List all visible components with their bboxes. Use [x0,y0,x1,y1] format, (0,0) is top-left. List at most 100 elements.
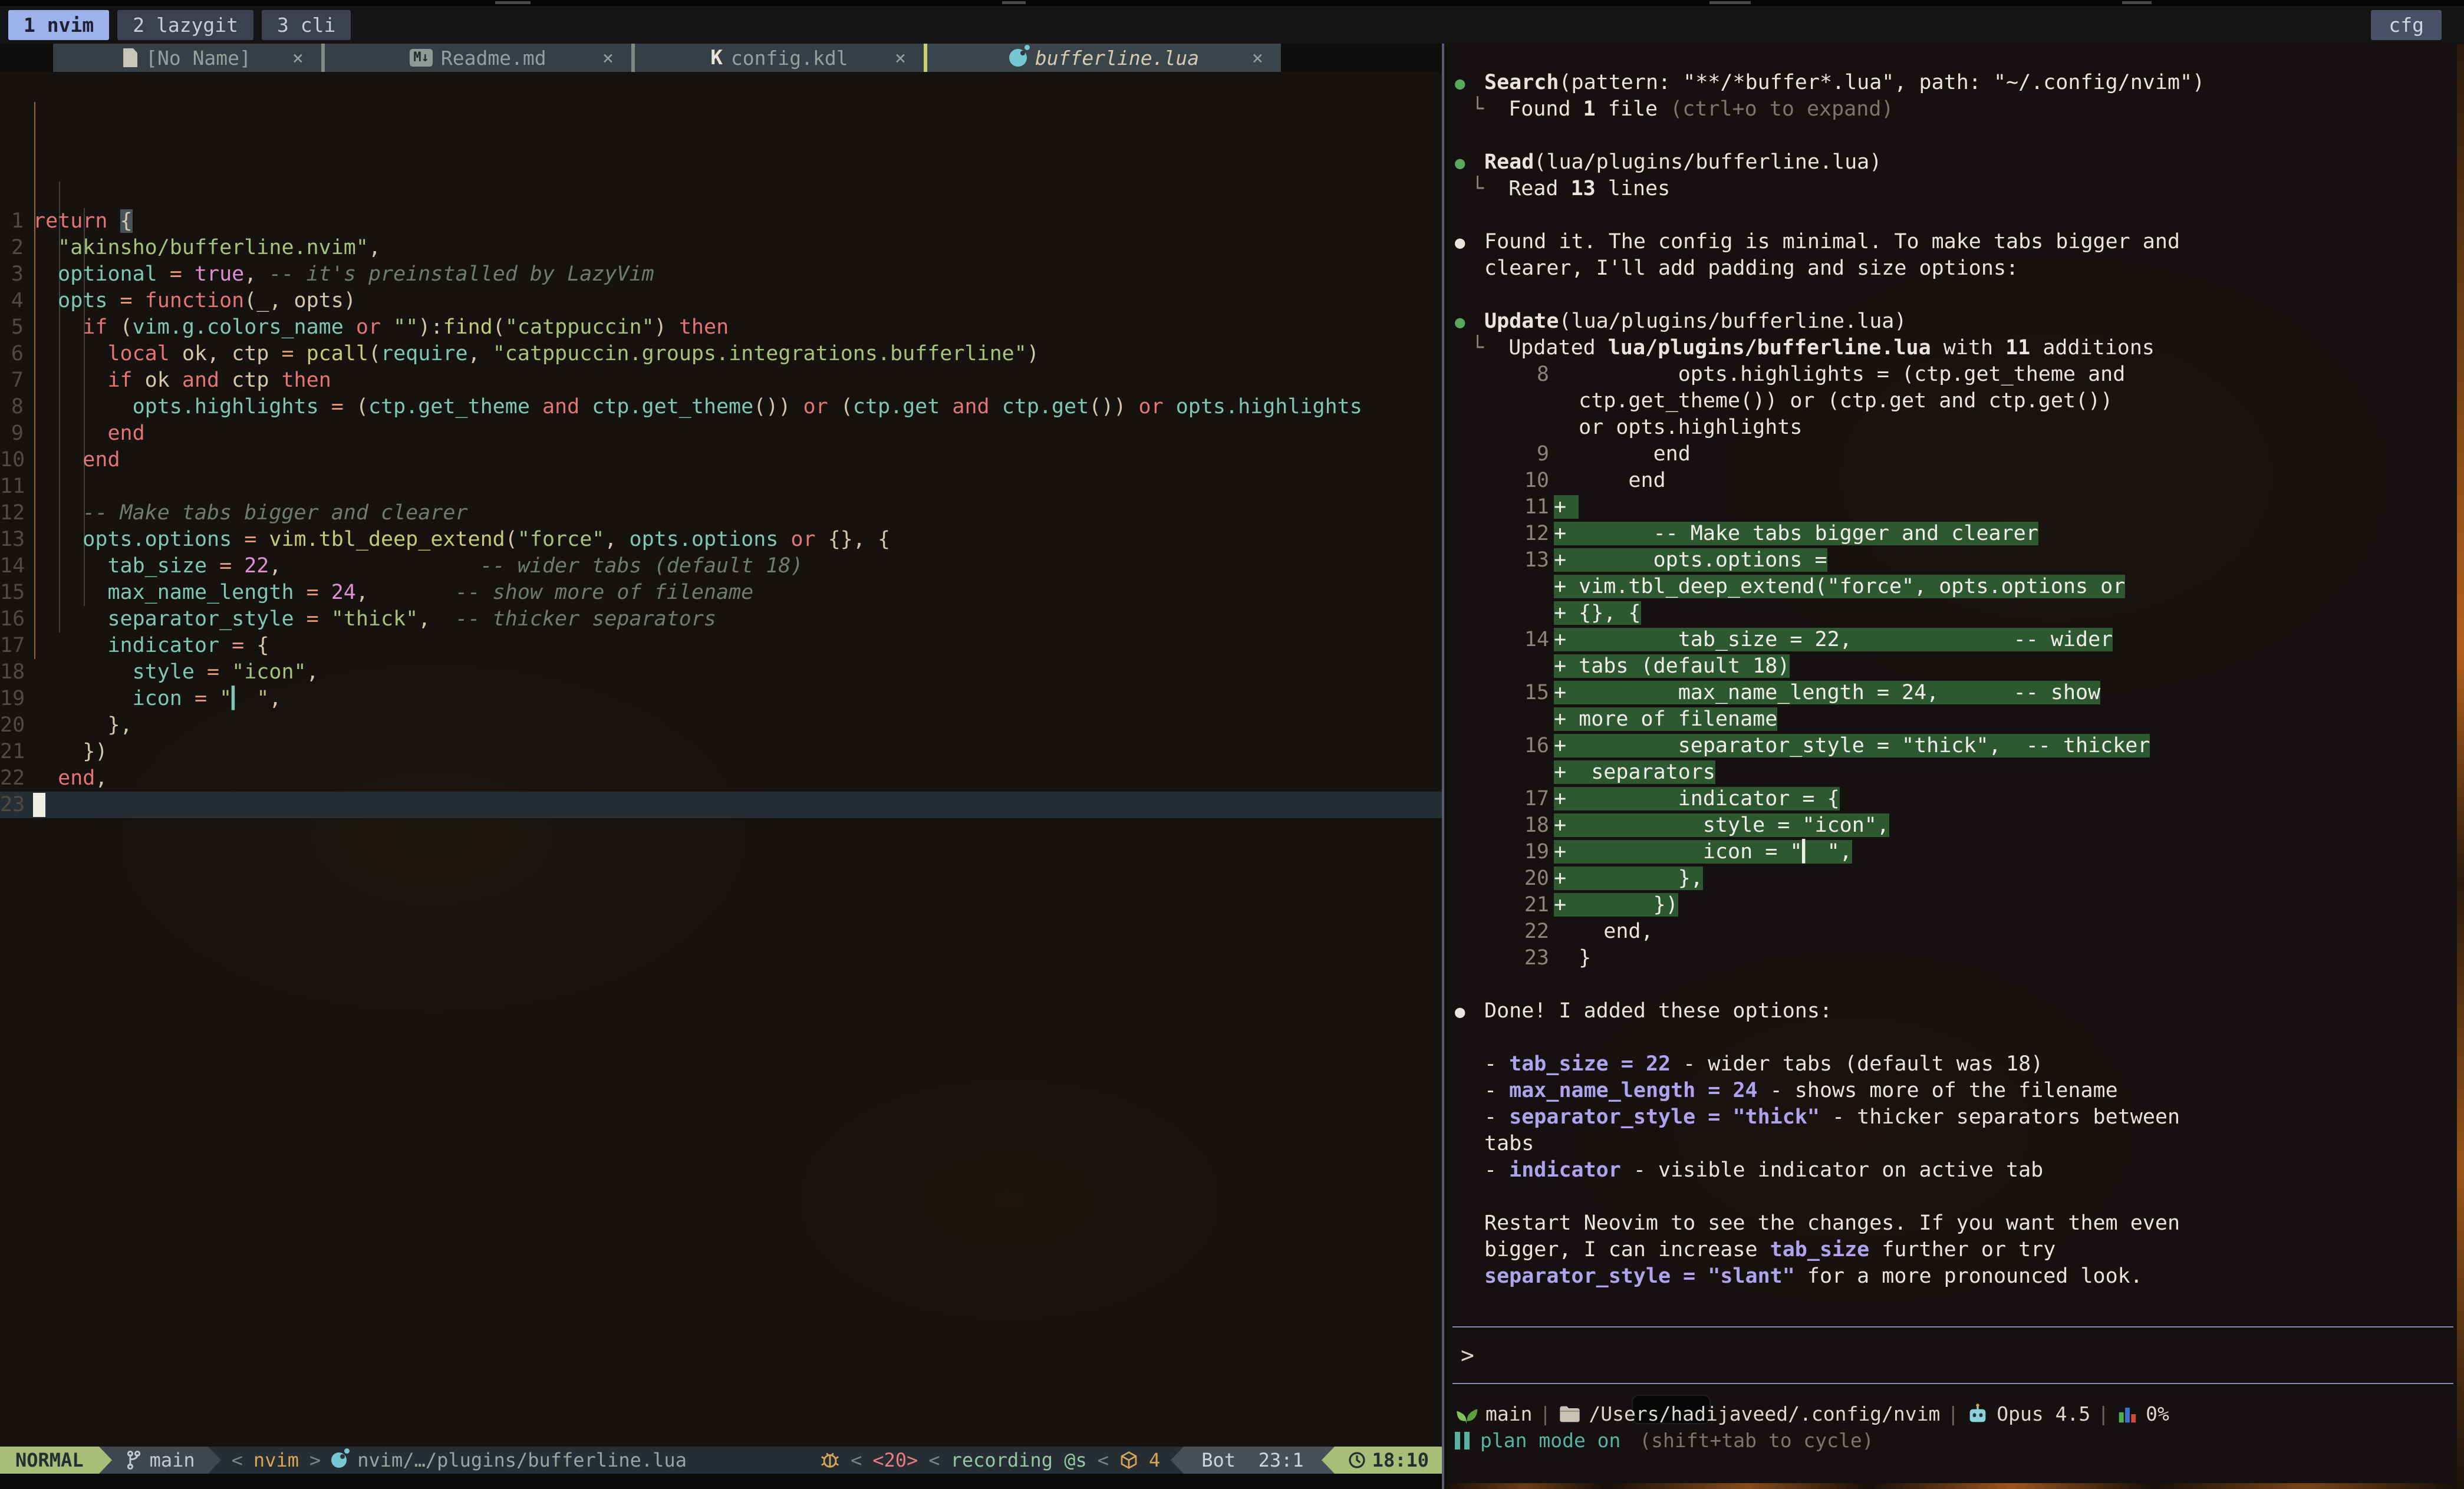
code-line[interactable]: 10 end [0,447,1442,473]
diff-row: 17+ indicator = { [1444,786,2456,812]
buffer-tab[interactable]: Kconfig.kdl× [635,44,924,72]
code-line[interactable]: 6 local ok, ctp = pcall(require, "catppu… [0,341,1442,367]
close-icon[interactable]: × [292,47,304,69]
code-token: ) [1027,342,1039,365]
chevron-left-icon: < [851,1449,862,1471]
tmux-window-tab[interactable]: 3 cli [262,10,351,40]
code-line[interactable]: 14 tab_size = 22, -- wider tabs (default… [0,553,1442,579]
line-number: 23 [0,792,24,818]
package-icon [1119,1451,1138,1470]
diff-line-number: 9 [1484,441,1549,467]
bug-icon [820,1450,840,1470]
assistant-bullet-icon: ● [1455,999,1484,1025]
diff-row: 19+ icon = "▎ ", [1444,839,2456,865]
code-line[interactable]: 20 }, [0,712,1442,739]
tmux-window-tab[interactable]: 2 lazygit [117,10,253,40]
text-segment: (lua/plugins/bufferline.lua) [1534,150,1882,174]
code-token: = [219,634,256,657]
code-line[interactable]: 13 opts.options = vim.tbl_deep_extend("f… [0,526,1442,553]
nvim-cmdline[interactable] [0,1474,1442,1489]
text-segment: lua/plugins/bufferline.lua [1608,336,1931,360]
code-token: }) [83,740,107,763]
text-segment: - wider tabs (default was 18) [1671,1052,2043,1076]
line-number: 7 [0,367,24,394]
code-token [33,528,83,551]
code-line[interactable]: 1return { [0,208,1442,235]
close-icon[interactable]: × [895,47,906,69]
code-token [33,581,107,604]
separator: | [2097,1401,2109,1427]
code-token: = [294,581,331,604]
text-segment: Found [1508,97,1583,121]
code-token: max_name_length [107,581,294,604]
buffer-tab[interactable]: bufferline.lua× [927,44,1281,72]
code-line[interactable]: 2 "akinsho/bufferline.nvim", [0,235,1442,261]
claude-status: main | /Users/hadijaveed/.config/nvim | … [1455,1401,2453,1454]
code-token: , [468,342,493,365]
buffer-tab[interactable]: [No Name]× [53,44,321,72]
line-number: 4 [0,288,24,314]
line-number: 14 [0,553,24,579]
code-editor[interactable]: 1return {2 "akinsho/bufferline.nvim",3 o… [0,72,1442,1447]
code-line[interactable]: 18 style = "icon", [0,659,1442,686]
diff-added-text: + }, [1554,867,1703,890]
code-token: find [443,315,492,339]
code-token: optional [58,262,157,286]
code-line[interactable]: 7 if ok and ctp then [0,367,1442,394]
diff-added-text: + tabs (default 18) [1554,654,1790,678]
code-line[interactable]: 11 [0,473,1442,500]
tmux-session-badge[interactable]: cfg [2371,10,2442,40]
line-number: 3 [0,261,24,288]
tool-bullet-icon: ● [1455,150,1484,176]
code-line[interactable]: 15 max_name_length = 24, -- show more of… [0,579,1442,606]
diff-line-number: 15 [1484,680,1549,706]
clock-segment: 18:10 [1335,1447,1442,1474]
inline-code: separator_style = "slant" [1484,1264,1795,1288]
code-token: then [269,368,331,392]
file-path: nvim/…/plugins/bufferline.lua [357,1449,687,1471]
assistant-text-row: Restart Neovim to see the changes. If yo… [1444,1210,2456,1237]
code-line[interactable]: 9 end [0,420,1442,447]
tmux-window-tab[interactable]: 1 nvim [8,10,109,40]
code-line[interactable]: 19 icon = "▎ ", [0,686,1442,712]
diff-row: + tabs (default 18) [1444,653,2456,680]
code-line[interactable]: 8 opts.highlights = (ctp.get_theme and c… [0,394,1442,420]
prompt-chevron: > [1461,1327,1474,1383]
code-line[interactable]: 16 separator_style = "thick", -- thicker… [0,606,1442,633]
code-line[interactable]: 21 }) [0,739,1442,765]
macro-recording-indicator: recording @s [951,1449,1087,1471]
code-line[interactable]: 22 end, [0,765,1442,792]
code-token [33,289,58,312]
inline-code: tab_size = 22 [1509,1052,1671,1076]
pause-icon [1455,1432,1470,1450]
code-line[interactable]: 5 if (vim.g.colors_name or ""):find("cat… [0,314,1442,341]
code-token: style [133,660,195,684]
diff-row: + vim.tbl_deep_extend("force", opts.opti… [1444,574,2456,600]
code-line[interactable]: 3 optional = true, -- it's preinstalled … [0,261,1442,288]
assistant-text-row: - indicator - visible indicator on activ… [1444,1157,2456,1184]
menubar-fragment [1709,1,1751,4]
code-token: or [344,315,381,339]
code-line[interactable]: 12 -- Make tabs bigger and clearer [0,500,1442,526]
code-line[interactable]: 4 opts = function(_, opts) [0,288,1442,314]
code-token [33,660,133,684]
line-text: end [33,447,120,473]
code-token [33,634,107,657]
code-token: "akinsho/bufferline.nvim" [58,236,368,259]
buffer-tab-label: Readme.md [441,47,546,70]
prompt-input[interactable]: > [1452,1326,2453,1384]
close-icon[interactable]: × [1252,47,1263,69]
git-branch-label: main [1485,1401,1532,1427]
line-number: 15 [0,579,24,606]
diff-row: 21+ }) [1444,892,2456,918]
diff-added-text: + indicator = { [1554,787,1840,811]
code-line[interactable]: 23 [0,792,1442,818]
code-line[interactable]: 17 indicator = { [0,633,1442,659]
context-percent: 0% [2146,1401,2169,1427]
code-token: function [145,289,245,312]
close-icon[interactable]: × [602,47,614,69]
code-token: , [269,554,281,578]
code-token: = [195,660,232,684]
code-token: = [207,554,244,578]
buffer-tab[interactable]: M↓Readme.md× [325,44,631,72]
